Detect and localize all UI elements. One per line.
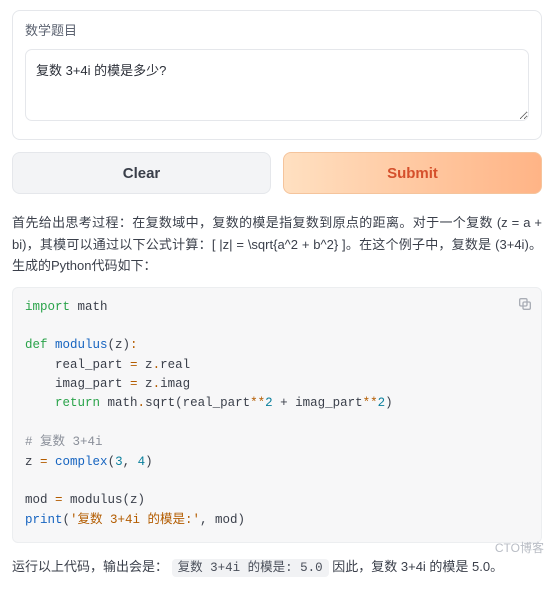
input-label: 数学题目: [25, 21, 529, 41]
conclusion-post: 因此，复数 3+4i 的模是 5.0。: [329, 559, 503, 574]
input-card: 数学题目: [12, 10, 542, 140]
conclusion-text: 运行以上代码，输出会是： 复数 3+4i 的模是: 5.0 因此，复数 3+4i…: [12, 557, 542, 578]
copy-icon[interactable]: [517, 296, 533, 312]
button-row: Clear Submit: [12, 152, 542, 194]
thought-text: 首先给出思考过程：在复数域中，复数的模是指复数到原点的距离。对于一个复数 (z …: [12, 212, 542, 276]
code-content: import math def modulus(z): real_part = …: [25, 298, 529, 531]
submit-button[interactable]: Submit: [283, 152, 542, 194]
code-block: import math def modulus(z): real_part = …: [12, 287, 542, 544]
conclusion-inline-code: 复数 3+4i 的模是: 5.0: [172, 559, 329, 577]
question-input[interactable]: [25, 49, 529, 121]
output-section: 首先给出思考过程：在复数域中，复数的模是指复数到原点的距离。对于一个复数 (z …: [12, 212, 542, 578]
conclusion-pre: 运行以上代码，输出会是：: [12, 559, 168, 574]
clear-button[interactable]: Clear: [12, 152, 271, 194]
